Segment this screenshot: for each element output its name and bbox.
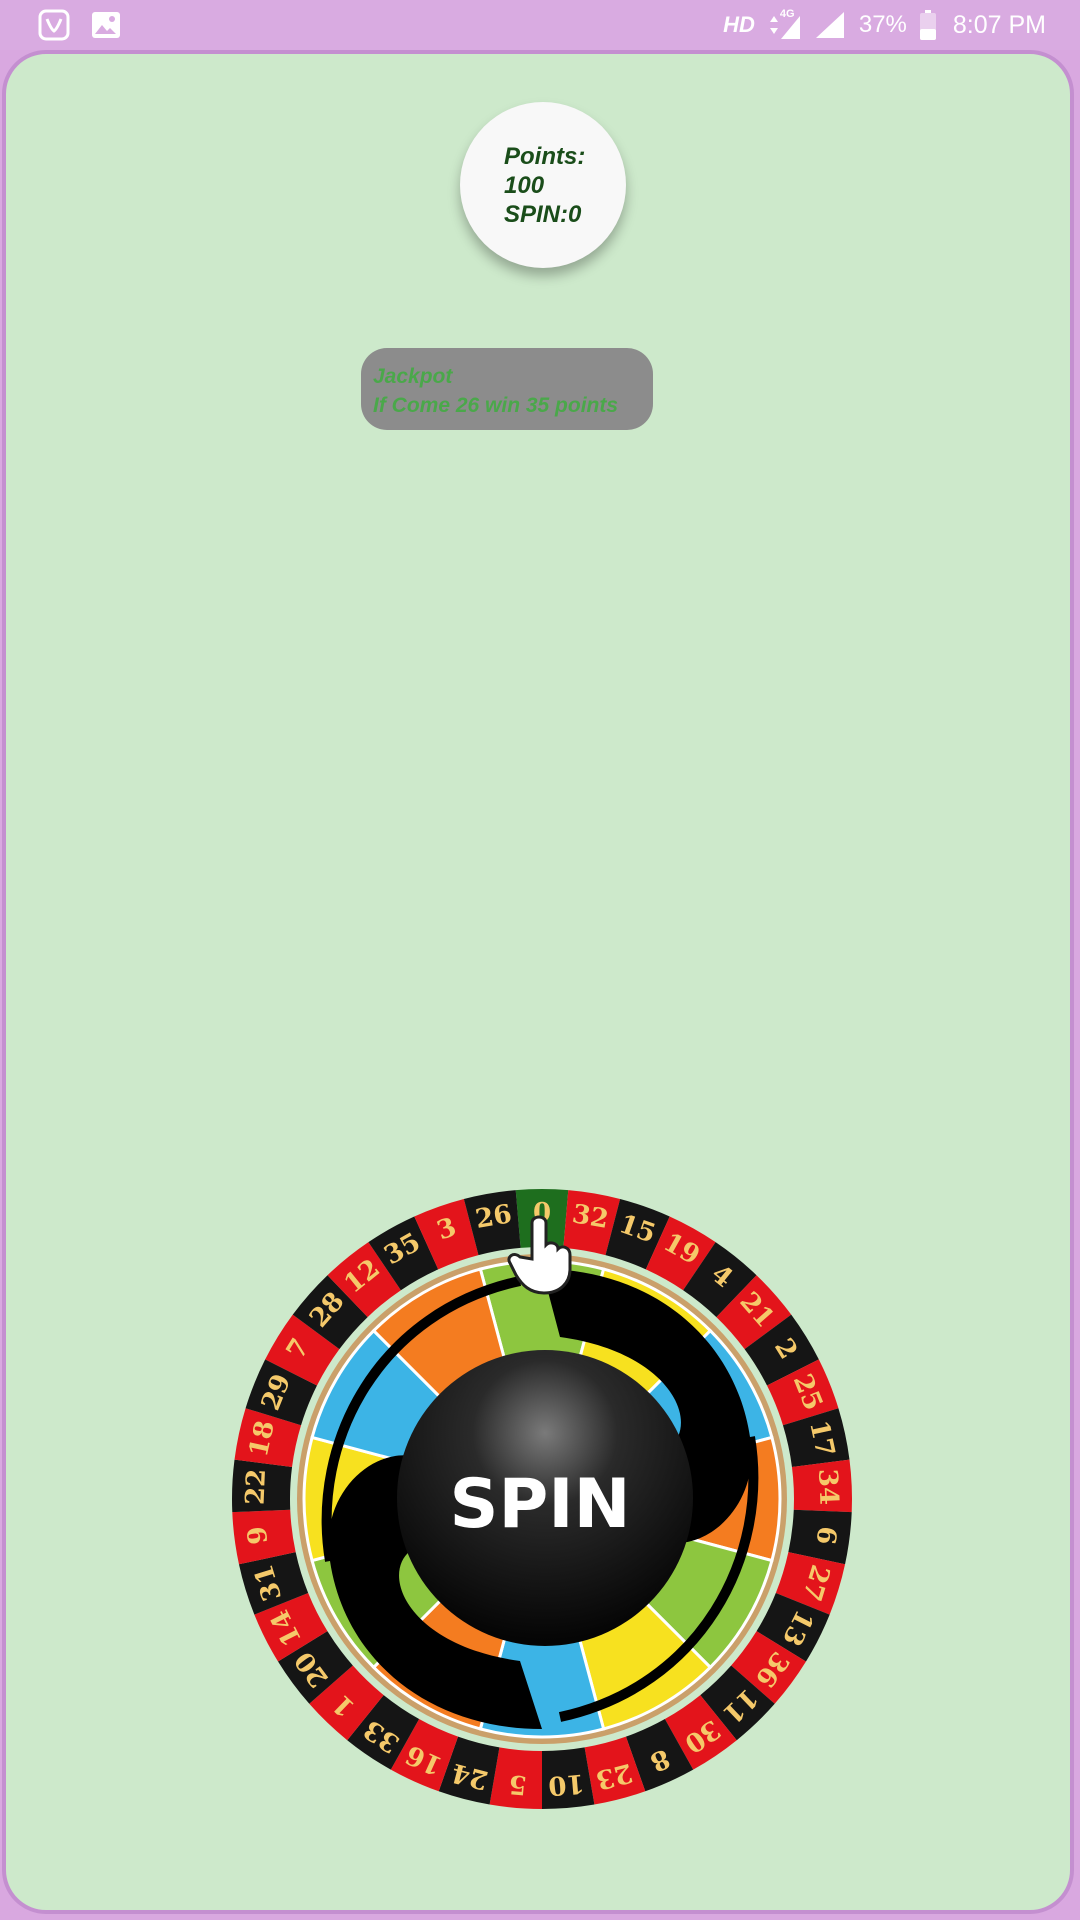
status-bar: HD 4G 37% 8:07 PM (0, 0, 1080, 50)
battery-percent: 37% (858, 11, 907, 38)
status-right: HD 4G 37% 8:07 PM (723, 0, 1046, 50)
jackpot-text: If Come 26 win 35 points (373, 394, 619, 417)
network-type: 4G (779, 8, 795, 20)
wheel-pocket-number: 10 (547, 1767, 586, 1800)
gallery-icon (90, 9, 122, 41)
wheel-pocket-number: 5 (507, 1768, 528, 1799)
jackpot-title: Jackpot (373, 365, 453, 388)
wheel-pocket-number: 32 (570, 1199, 611, 1235)
saavn-app-icon (38, 9, 70, 41)
network-label: HD (723, 12, 755, 37)
game-area: Points: 100 SPIN:0 Jackpot If Come 26 wi… (2, 50, 1074, 1914)
wheel-pocket-number: 34 (812, 1468, 844, 1505)
jackpot-info: Jackpot If Come 26 win 35 points (361, 348, 653, 430)
points-label: Points: (504, 142, 586, 170)
spin-button-label: SPIN (449, 1465, 630, 1544)
roulette-wheel-graphic[interactable]: 0 32 15 19421225173462713361130823105241633… (230, 1187, 854, 1811)
wheel-pocket-number: 9 (242, 1524, 274, 1546)
spin-count: SPIN:0 (504, 200, 582, 228)
status-left-icons (38, 9, 122, 41)
signal-icon-2 (813, 9, 847, 41)
wheel-pocket-number: 6 (810, 1524, 842, 1546)
wheel-pocket-number: 26 (473, 1199, 514, 1235)
clock: 8:07 PM (952, 10, 1046, 39)
data-arrows-icon: 4G (767, 8, 801, 40)
roulette-wheel[interactable]: 0 32 15 19 4 21 2 25 17 34 6 27 13 36 11 30 8 23 10 5 24 16 33… (230, 1187, 854, 1811)
wheel-pocket-number: 22 (241, 1468, 273, 1505)
points-badge: Points: 100 SPIN:0 (460, 102, 626, 268)
battery-icon (919, 9, 937, 41)
points-value: 100 (504, 171, 545, 199)
